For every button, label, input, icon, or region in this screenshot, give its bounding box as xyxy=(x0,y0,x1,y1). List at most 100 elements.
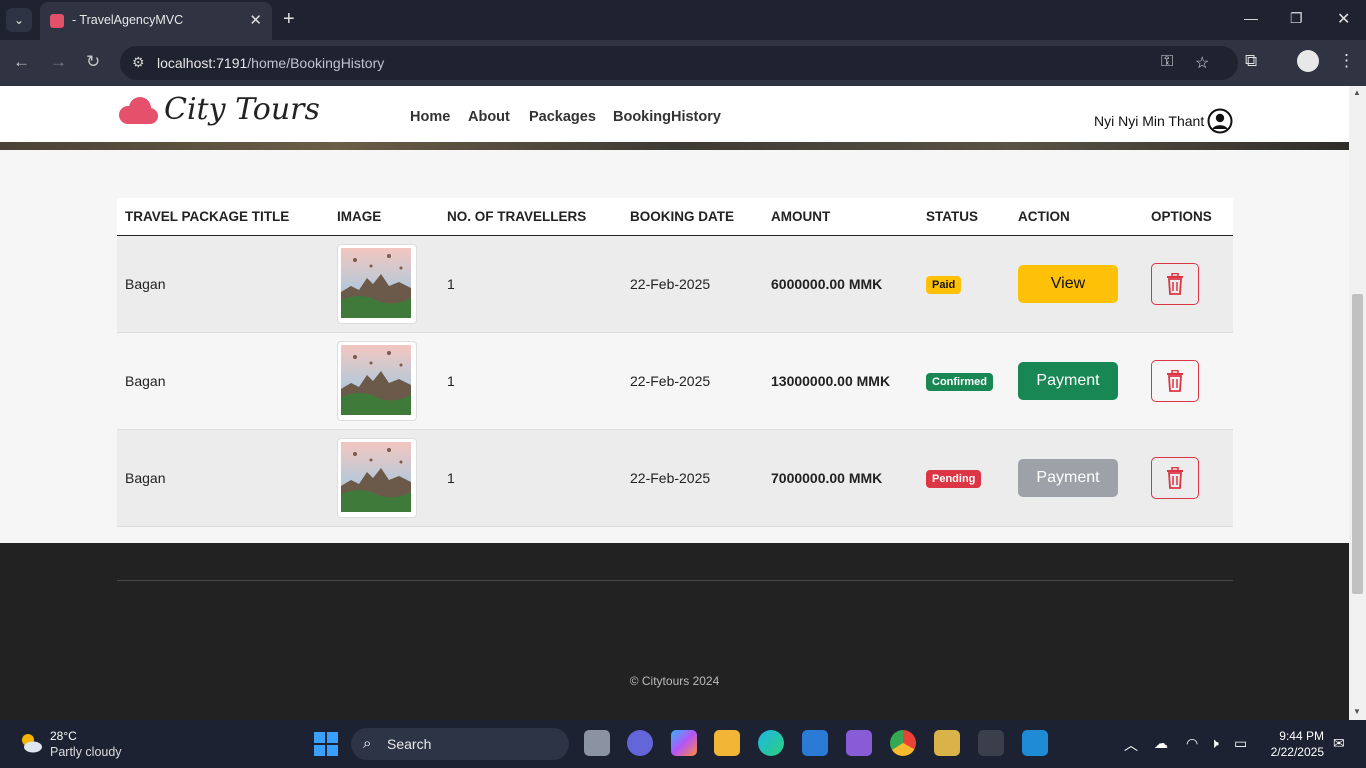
action-cell: Payment xyxy=(1010,332,1143,430)
browser-tab-active[interactable]: - TravelAgencyMVC ✕ xyxy=(40,2,272,40)
tab-title: - TravelAgencyMVC xyxy=(72,13,184,27)
extensions-icon[interactable]: ⧉ xyxy=(1245,51,1257,71)
close-window-icon[interactable]: ✕ xyxy=(1337,9,1350,29)
booking-date: 22-Feb-2025 xyxy=(622,332,763,430)
site-logo-text[interactable]: City Tours xyxy=(164,92,320,127)
page-scrollbar[interactable]: ▲ ▼ xyxy=(1349,86,1366,720)
scroll-down-icon[interactable]: ▼ xyxy=(1353,707,1361,716)
col-image-header: IMAGE xyxy=(329,198,439,236)
table-row: Bagan 1 22-Feb-2025 7000000.00 MMK Pending Pa… xyxy=(117,429,1233,527)
windows-start-icon[interactable] xyxy=(314,732,338,756)
taskbar-search[interactable]: ⌕ Search xyxy=(351,728,569,760)
address-bar[interactable]: ⚙ localhost:7191/home/BookingHistory ⚿ ☆ xyxy=(120,46,1238,80)
package-title: Bagan xyxy=(117,235,329,333)
forward-icon[interactable]: → xyxy=(50,52,67,72)
status-cell: Paid xyxy=(918,235,1010,333)
chrome-icon[interactable] xyxy=(890,730,916,756)
nav-packages[interactable]: Packages xyxy=(529,109,596,125)
status-cell: Pending xyxy=(918,429,1010,527)
hero-image-strip xyxy=(0,142,1349,150)
payment-button[interactable]: Payment xyxy=(1018,362,1118,400)
payment-button[interactable]: Payment xyxy=(1018,459,1118,497)
weather-temperature[interactable]: 28°C xyxy=(50,729,77,743)
user-name[interactable]: Nyi Nyi Min Thant xyxy=(1094,113,1204,129)
cloud-logo-icon[interactable] xyxy=(117,96,159,126)
options-cell xyxy=(1143,235,1233,333)
trash-icon xyxy=(1167,369,1183,392)
col-options-header: OPTIONS xyxy=(1143,198,1233,236)
booking-amount: 7000000.00 MMK xyxy=(763,429,918,527)
meet-chat-icon[interactable] xyxy=(627,730,653,756)
package-image-cell xyxy=(329,429,439,527)
table-header-row: TRAVEL PACKAGE TITLE IMAGE NO. OF TRAVEL… xyxy=(117,198,1233,236)
col-status-header: STATUS xyxy=(918,198,1010,236)
wifi-icon[interactable]: ◠ xyxy=(1186,735,1198,752)
page-viewport: City Tours Home About Packages BookingHi… xyxy=(0,86,1349,720)
delete-booking-button[interactable] xyxy=(1151,263,1199,305)
visual-studio-icon[interactable] xyxy=(846,730,872,756)
vscode-icon[interactable] xyxy=(1022,730,1048,756)
delete-booking-button[interactable] xyxy=(1151,360,1199,402)
col-title-header: TRAVEL PACKAGE TITLE xyxy=(117,198,329,236)
back-icon[interactable]: ← xyxy=(13,52,30,72)
password-key-icon[interactable]: ⚿ xyxy=(1161,53,1173,71)
search-icon: ⌕ xyxy=(363,735,372,752)
booking-history-table: TRAVEL PACKAGE TITLE IMAGE NO. OF TRAVEL… xyxy=(117,198,1233,527)
terminal-icon[interactable] xyxy=(978,730,1004,756)
options-cell xyxy=(1143,332,1233,430)
file-explorer-icon[interactable] xyxy=(714,730,740,756)
table-row: Bagan 1 22-Feb-2025 6000000.00 MMK Paid View xyxy=(117,235,1233,333)
volume-icon[interactable]: 🕨 xyxy=(1210,735,1219,752)
notifications-icon[interactable]: ✉ xyxy=(1333,735,1345,752)
onedrive-cloud-icon[interactable]: ☁ xyxy=(1154,735,1168,752)
taskbar-clock[interactable]: 9:44 PM 2/22/2025 xyxy=(1271,728,1324,760)
tab-close-icon[interactable]: ✕ xyxy=(249,11,262,29)
weather-description[interactable]: Partly cloudy xyxy=(50,745,122,759)
browser-tab-bar: ⌄ - TravelAgencyMVC ✕ + — ❐ ✕ xyxy=(0,0,1366,40)
col-action-header: ACTION xyxy=(1010,198,1143,236)
battery-icon[interactable]: ▭ xyxy=(1234,735,1247,752)
microsoft-store-icon[interactable] xyxy=(802,730,828,756)
edge-browser-icon[interactable] xyxy=(758,730,784,756)
copilot-icon[interactable] xyxy=(671,730,697,756)
tab-search-button[interactable]: ⌄ xyxy=(6,8,32,32)
url-text[interactable]: localhost:7191/home/BookingHistory xyxy=(157,55,384,71)
scrollbar-thumb[interactable] xyxy=(1352,294,1363,594)
package-title: Bagan xyxy=(117,429,329,527)
traveller-count: 1 xyxy=(439,235,622,333)
status-badge: Pending xyxy=(926,469,982,488)
delete-booking-button[interactable] xyxy=(1151,457,1199,499)
menu-kebab-icon[interactable]: ⋮ xyxy=(1338,51,1355,71)
package-title: Bagan xyxy=(117,332,329,430)
show-hidden-icons-icon[interactable]: ︿ xyxy=(1124,735,1138,755)
profile-avatar-icon[interactable] xyxy=(1297,50,1319,72)
partly-cloudy-icon[interactable] xyxy=(18,730,44,756)
booking-amount: 13000000.00 MMK xyxy=(763,332,918,430)
restore-icon[interactable]: ❐ xyxy=(1290,10,1303,27)
clock-time: 9:44 PM xyxy=(1279,729,1324,743)
status-badge: Paid xyxy=(926,275,962,294)
nav-home[interactable]: Home xyxy=(410,109,450,125)
scroll-up-icon[interactable]: ▲ xyxy=(1353,88,1361,97)
clock-date: 2/22/2025 xyxy=(1270,745,1324,759)
task-view-icon[interactable] xyxy=(584,730,610,756)
windows-taskbar: 28°C Partly cloudy ⌕ Search ︿ ☁ ◠ 🕨 ▭ 9:… xyxy=(0,720,1366,768)
bookmark-star-icon[interactable]: ☆ xyxy=(1195,53,1209,73)
traveller-count: 1 xyxy=(439,429,622,527)
new-tab-icon[interactable]: + xyxy=(283,8,295,31)
site-info-icon[interactable]: ⚙ xyxy=(132,54,145,71)
booking-date: 22-Feb-2025 xyxy=(622,429,763,527)
view-button[interactable]: View xyxy=(1018,265,1118,303)
nav-booking-history[interactable]: BookingHistory xyxy=(613,109,721,125)
minimize-icon[interactable]: — xyxy=(1244,10,1258,26)
col-date-header: BOOKING DATE xyxy=(622,198,763,236)
snipping-tool-icon[interactable] xyxy=(934,730,960,756)
traveller-count: 1 xyxy=(439,332,622,430)
booking-date: 22-Feb-2025 xyxy=(622,235,763,333)
options-cell xyxy=(1143,429,1233,527)
user-account-icon[interactable] xyxy=(1207,108,1233,134)
reload-icon[interactable]: ↻ xyxy=(86,52,100,72)
nav-about[interactable]: About xyxy=(468,109,510,125)
status-badge: Confirmed xyxy=(926,372,993,391)
browser-toolbar: ← → ↻ ⚙ localhost:7191/home/BookingHisto… xyxy=(0,40,1366,86)
